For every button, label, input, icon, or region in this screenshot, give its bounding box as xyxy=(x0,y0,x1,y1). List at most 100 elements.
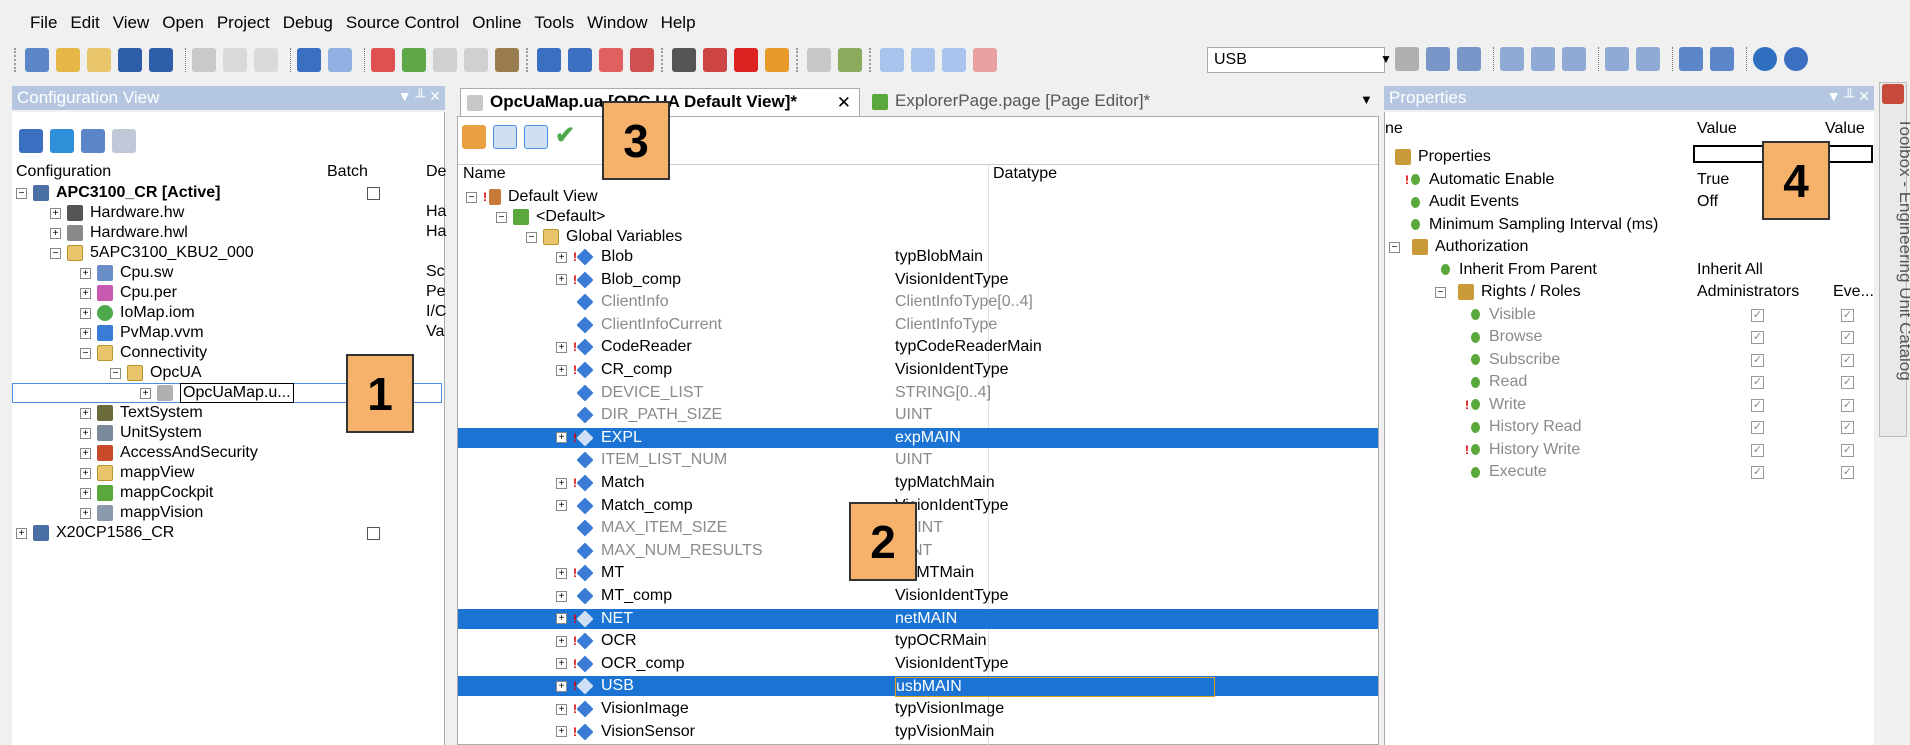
redo-icon[interactable] xyxy=(328,48,352,72)
col-value[interactable]: Value xyxy=(1697,120,1737,138)
col-name[interactable]: Name xyxy=(463,165,506,183)
rebuild-icon[interactable] xyxy=(838,48,862,72)
tree-item-mappvision[interactable]: + mappVision xyxy=(80,503,203,523)
property-value[interactable]: Administrators xyxy=(1697,283,1799,301)
variable-row[interactable]: +! Match xyxy=(556,473,645,493)
role-checkbox-everyone[interactable]: ✓ xyxy=(1841,398,1854,412)
transfer-icon[interactable] xyxy=(630,48,654,72)
window-icon[interactable] xyxy=(880,48,904,72)
role-checkbox-admin[interactable]: ✓ xyxy=(1751,308,1764,322)
expand-icon[interactable]: + xyxy=(556,680,567,692)
menu-online[interactable]: Online xyxy=(472,13,521,33)
col-configuration[interactable]: Configuration xyxy=(16,163,111,181)
variable-row[interactable]: +!MT_comp xyxy=(556,586,672,606)
role-checkbox-everyone[interactable]: ✓ xyxy=(1841,443,1854,457)
toolbar-grip[interactable] xyxy=(661,48,669,72)
tree-item-hardware-hwl[interactable]: + Hardware.hwl xyxy=(50,223,188,243)
chevron-down-icon[interactable]: ▼ xyxy=(1380,52,1392,66)
tree-item-mappview[interactable]: + mappView xyxy=(80,463,194,483)
schedule-icon[interactable] xyxy=(568,48,592,72)
target-combo[interactable]: USB xyxy=(1207,47,1385,73)
role-checkbox-admin[interactable]: ✓ xyxy=(1751,398,1764,412)
tree-item-iomap[interactable]: + IoMap.iom xyxy=(80,303,195,323)
menu-debug[interactable]: Debug xyxy=(283,13,333,33)
property-row[interactable]: ! Automatic Enable xyxy=(1405,170,1554,190)
toolbox-icon[interactable] xyxy=(1882,84,1904,104)
editor-variable-icon[interactable] xyxy=(524,125,548,149)
variable-row[interactable]: !MAX_ITEM_SIZE xyxy=(556,518,727,538)
connect-icon[interactable] xyxy=(1395,47,1419,71)
open-folder-icon[interactable] xyxy=(87,48,111,72)
import-icon[interactable] xyxy=(433,48,457,72)
variable-row[interactable]: +! EXPL xyxy=(556,428,642,448)
variable-row[interactable]: +! CR_comp xyxy=(556,360,672,380)
toolbox-side-label[interactable]: Toolbox - Engineering Unit Catalog xyxy=(1895,118,1910,381)
expand-icon[interactable]: + xyxy=(556,274,567,286)
role-checkbox-admin[interactable]: ✓ xyxy=(1751,466,1764,479)
expand-icon[interactable]: + xyxy=(16,527,27,539)
collapse-icon[interactable]: − xyxy=(16,187,27,199)
variable-row[interactable]: !MAX_NUM_RESULTS xyxy=(556,541,763,561)
build-icon[interactable] xyxy=(807,48,831,72)
expand-icon[interactable]: + xyxy=(80,407,91,419)
variable-row[interactable]: +! NET xyxy=(556,609,633,629)
expand-icon[interactable]: + xyxy=(80,467,91,479)
toolbar-grip[interactable] xyxy=(796,48,804,72)
property-row[interactable]: !Visible xyxy=(1465,305,1536,325)
collapse-icon[interactable]: − xyxy=(50,247,61,259)
open-project-icon[interactable] xyxy=(56,48,80,72)
network-icon[interactable] xyxy=(1426,47,1450,71)
sort-asc-icon[interactable] xyxy=(1531,47,1555,71)
network2-icon[interactable] xyxy=(1457,47,1481,71)
expand-icon[interactable]: + xyxy=(556,635,567,647)
property-value-2[interactable]: Eve... xyxy=(1833,283,1874,301)
chat-icon[interactable] xyxy=(942,48,966,72)
property-row[interactable]: !Minimum Sampling Interval (ms) xyxy=(1405,215,1658,235)
variable-row[interactable]: +! MT xyxy=(556,563,624,583)
tree-item-5apc3100[interactable]: − 5APC3100_KBU2_000 xyxy=(50,243,254,263)
expand-icon[interactable]: + xyxy=(556,658,567,670)
help-icon[interactable] xyxy=(1784,47,1808,71)
save-all-icon[interactable] xyxy=(149,48,173,72)
message-icon[interactable] xyxy=(973,48,997,72)
expand-icon[interactable]: + xyxy=(80,507,91,519)
batch-checkbox[interactable] xyxy=(367,187,380,200)
tree-item-x20cp1586[interactable]: + X20CP1586_CR xyxy=(16,523,174,543)
collapse-icon[interactable]: − xyxy=(1435,286,1446,298)
role-checkbox-admin[interactable]: ✓ xyxy=(1751,331,1764,344)
tree-item-mappcockpit[interactable]: + mappCockpit xyxy=(80,483,213,503)
monitor-icon[interactable] xyxy=(703,48,727,72)
remove-icon[interactable] xyxy=(599,48,623,72)
tree-item-textsystem[interactable]: + TextSystem xyxy=(80,403,203,423)
toolbar-grip[interactable] xyxy=(14,48,22,72)
property-row[interactable]: ! History Write xyxy=(1465,440,1580,460)
variable-row[interactable]: !ITEM_LIST_NUM xyxy=(556,450,727,470)
expand-icon[interactable]: + xyxy=(556,364,567,376)
property-row[interactable]: !Audit Events xyxy=(1405,192,1519,212)
expand-icon[interactable]: + xyxy=(556,500,567,512)
minus-icon[interactable] xyxy=(1710,47,1734,71)
menu-help[interactable]: Help xyxy=(661,13,696,33)
variable-row[interactable]: +! OCR xyxy=(556,631,637,651)
window2-icon[interactable] xyxy=(1500,47,1524,71)
sort-desc-icon[interactable] xyxy=(1562,47,1586,71)
properties-icon[interactable] xyxy=(495,48,519,72)
tree-item-hardware-hw[interactable]: + Hardware.hw xyxy=(50,203,184,223)
role-checkbox-everyone[interactable]: ✓ xyxy=(1841,466,1854,479)
traffic-light-icon[interactable] xyxy=(765,48,789,72)
menu-file[interactable]: File xyxy=(30,13,57,33)
property-row[interactable]: !Inherit From Parent xyxy=(1435,260,1597,280)
expand-icon[interactable]: + xyxy=(556,251,567,263)
cut-icon[interactable] xyxy=(192,48,216,72)
globe-icon[interactable] xyxy=(1753,47,1777,71)
plus-icon[interactable] xyxy=(1679,47,1703,71)
panel-buttons[interactable]: ▼ ╨ ✕ xyxy=(398,88,441,105)
tree-item-apc3100[interactable]: − APC3100_CR [Active] xyxy=(16,183,221,203)
property-row[interactable]: −!Authorization xyxy=(1389,237,1528,257)
tree-item-default[interactable]: − <Default> xyxy=(496,207,605,227)
property-row[interactable]: ! Write xyxy=(1465,395,1526,415)
expand-icon[interactable]: + xyxy=(80,287,91,299)
expand-icon[interactable]: + xyxy=(556,726,567,738)
role-checkbox-admin[interactable]: ✓ xyxy=(1751,443,1764,457)
variable-row[interactable]: +! Blob_comp xyxy=(556,270,681,290)
